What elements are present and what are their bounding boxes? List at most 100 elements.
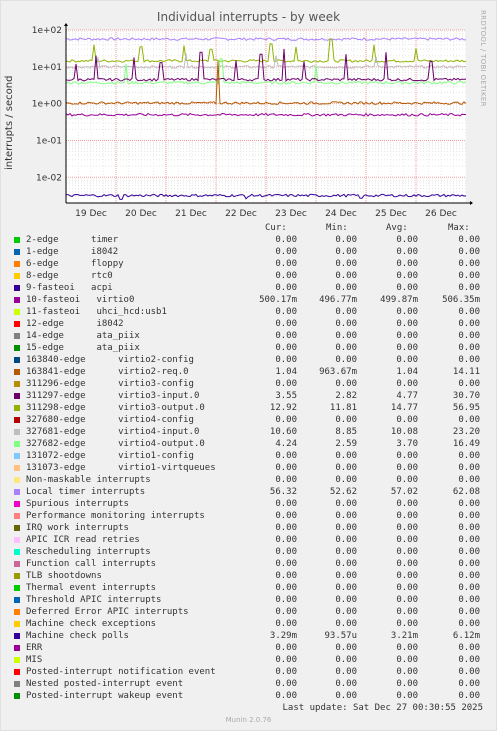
legend-swatch [14, 657, 20, 663]
legend-row: IRQ work interrupts 0.00 0.00 0.00 0.00 [0, 522, 497, 534]
legend-min-value: 0.00 [335, 535, 357, 545]
legend-avg-value: 0.00 [396, 463, 418, 473]
legend-row: Thermal event interrupts 0.00 0.00 0.00 0.00 [0, 582, 497, 594]
legend-cur-value: 0.00 [275, 655, 297, 665]
legend-cur-value: 0.00 [275, 259, 297, 269]
legend-cur-value: 0.00 [275, 499, 297, 509]
legend-row: 1-edge i8042 0.00 0.00 0.00 0.00 [0, 246, 497, 258]
legend-swatch [14, 513, 20, 519]
legend-row: Threshold APIC interrupts 0.00 0.00 0.00 0.0… [0, 594, 497, 606]
legend-swatch [14, 681, 20, 687]
legend-cur-value: 0.00 [275, 547, 297, 557]
legend-row: Posted-interrupt notification event 0.00 0… [0, 666, 497, 678]
legend-avg-value: 0.00 [396, 607, 418, 617]
legend-cur-value: 0.00 [275, 619, 297, 629]
legend-cur-value: 0.00 [275, 667, 297, 677]
legend-cur-value: 3.29m [269, 631, 297, 641]
legend-max-value: 16.49 [452, 439, 480, 449]
legend-cur-value: 0.00 [275, 451, 297, 461]
legend-min-value: 496.77m [319, 295, 357, 305]
legend-avg-value: 0.00 [396, 571, 418, 581]
legend-row: MIS 0.00 0.00 0.00 0.00 [0, 654, 497, 666]
legend-cur-value: 4.24 [275, 439, 297, 449]
legend-avg-value: 4.77 [396, 391, 418, 401]
legend-swatch [14, 441, 20, 447]
legend-name: Non-maskable interrupts [26, 475, 151, 485]
legend-name: 2-edge timer [26, 235, 119, 245]
legend-cur-value: 0.00 [275, 235, 297, 245]
legend-cur-value: 0.00 [275, 559, 297, 569]
legend-name: 131073-edge virtio1-virtqueues [26, 463, 216, 473]
legend-cur-value: 3.55 [275, 391, 297, 401]
col-header-max: Max: [448, 223, 470, 233]
legend-min-value: 0.00 [335, 499, 357, 509]
legend-avg-value: 0.00 [396, 451, 418, 461]
legend-avg-value: 0.00 [396, 283, 418, 293]
legend-max-value: 0.00 [458, 679, 480, 689]
legend-cur-value: 0.00 [275, 595, 297, 605]
legend-row: Machine check polls 3.29m 93.57u 3.21m 6.12m [0, 630, 497, 642]
legend-name: 311298-edge virtio3-output.0 [26, 403, 205, 413]
legend-cur-value: 500.17m [259, 295, 297, 305]
legend-name: 9-fasteoi acpi [26, 283, 113, 293]
legend-max-value: 0.00 [458, 643, 480, 653]
legend-name: Spurious interrupts [26, 499, 129, 509]
legend-name: Local timer interrupts [26, 487, 146, 497]
legend-cur-value: 10.60 [269, 427, 297, 437]
legend-name: 311296-edge virtio3-config [26, 379, 194, 389]
legend-avg-value: 0.00 [396, 331, 418, 341]
legend-name: ERR [26, 643, 43, 653]
legend-row: 10-fasteoi virtio0 500.17m 496.77m 499.87m 5… [0, 294, 497, 306]
legend-swatch [14, 501, 20, 507]
legend-name: 6-edge floppy [26, 259, 124, 269]
legend-swatch [14, 273, 20, 279]
legend-swatch [14, 489, 20, 495]
legend-cur-value: 0.00 [275, 523, 297, 533]
legend-max-value: 0.00 [458, 463, 480, 473]
legend-swatch [14, 645, 20, 651]
legend-min-value: 0.00 [335, 343, 357, 353]
legend-cur-value: 0.00 [275, 511, 297, 521]
legend-avg-value: 10.08 [390, 427, 418, 437]
legend-cur-value: 56.32 [269, 487, 297, 497]
legend-cur-value: 0.00 [275, 583, 297, 593]
legend-max-value: 0.00 [458, 583, 480, 593]
legend-name: Rescheduling interrupts [26, 547, 151, 557]
legend-min-value: 0.00 [335, 247, 357, 257]
legend-row: 8-edge rtc0 0.00 0.00 0.00 0.00 [0, 270, 497, 282]
legend-name: 15-edge ata_piix [26, 343, 140, 353]
legend-swatch [14, 477, 20, 483]
legend-min-value: 0.00 [335, 619, 357, 629]
legend-name: 8-edge rtc0 [26, 271, 113, 281]
legend-row: 311298-edge virtio3-output.0 12.92 11.81 14… [0, 402, 497, 414]
legend-min-value: 0.00 [335, 667, 357, 677]
legend-min-value: 0.00 [335, 235, 357, 245]
legend-cur-value: 0.00 [275, 319, 297, 329]
legend-row: 12-edge i8042 0.00 0.00 0.00 0.00 [0, 318, 497, 330]
legend-max-value: 0.00 [458, 511, 480, 521]
legend-swatch [14, 285, 20, 291]
legend-avg-value: 0.00 [396, 271, 418, 281]
legend-avg-value: 0.00 [396, 511, 418, 521]
legend-cur-value: 0.00 [275, 535, 297, 545]
legend-name: 12-edge i8042 [26, 319, 124, 329]
legend-min-value: 0.00 [335, 511, 357, 521]
legend-avg-value: 0.00 [396, 319, 418, 329]
legend-swatch [14, 525, 20, 531]
legend-max-value: 0.00 [458, 343, 480, 353]
legend-min-value: 0.00 [335, 463, 357, 473]
legend-avg-value: 57.02 [390, 487, 418, 497]
legend-cur-value: 0.00 [275, 475, 297, 485]
legend-swatch [14, 585, 20, 591]
legend-swatch [14, 345, 20, 351]
legend-min-value: 0.00 [335, 547, 357, 557]
legend-swatch [14, 693, 20, 699]
legend-max-value: 0.00 [458, 331, 480, 341]
legend-cur-value: 0.00 [275, 247, 297, 257]
legend-name: Deferred Error APIC interrupts [26, 607, 189, 617]
legend-max-value: 14.11 [452, 367, 480, 377]
legend-row: Machine check exceptions 0.00 0.00 0.00 0.00 [0, 618, 497, 630]
legend-avg-value: 0.00 [396, 343, 418, 353]
legend-name: 11-fasteoi uhci_hcd:usb1 [26, 307, 167, 317]
legend-row: 6-edge floppy 0.00 0.00 0.00 0.00 [0, 258, 497, 270]
